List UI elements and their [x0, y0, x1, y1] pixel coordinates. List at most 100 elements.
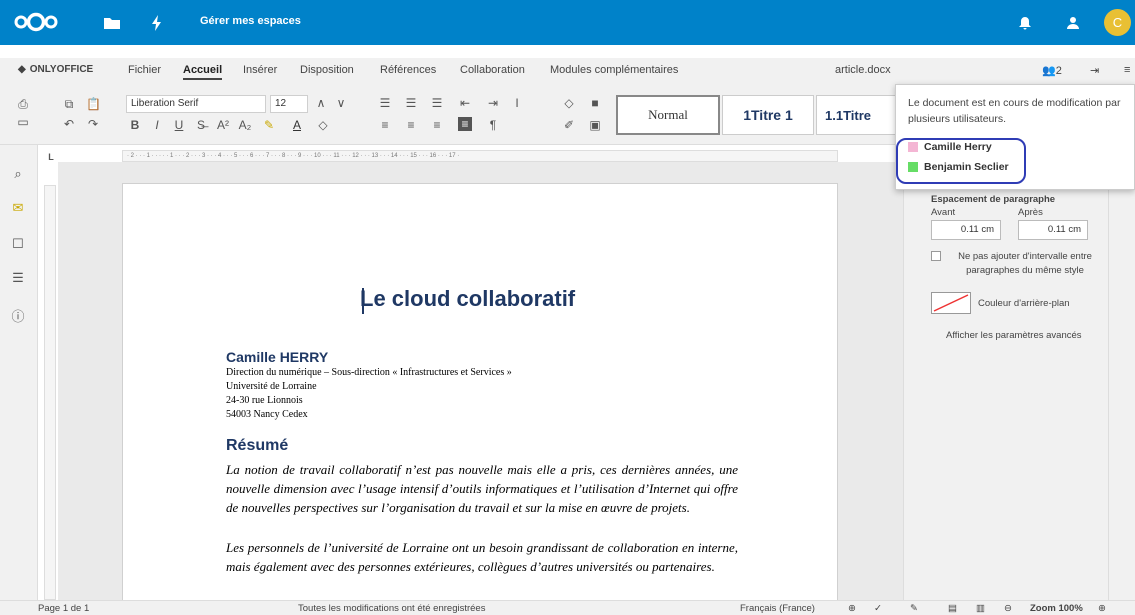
color-scheme-icon[interactable]: ■	[588, 96, 602, 110]
address-line[interactable]: 24-30 rue Lionnois	[226, 395, 303, 406]
tab-fichier[interactable]: Fichier	[128, 64, 161, 76]
print-icon[interactable]: ⎙	[16, 97, 30, 111]
fit-width-icon[interactable]: ▥	[976, 603, 985, 614]
tab-disposition[interactable]: Disposition	[300, 64, 354, 76]
vertical-scrollbar[interactable]	[903, 162, 916, 600]
address-line[interactable]: 54003 Nancy Cedex	[226, 409, 308, 420]
multilevel-icon[interactable]: ☰	[430, 96, 444, 110]
users-icon: 👥	[1042, 65, 1056, 77]
style-titre1[interactable]: 1Titre 1	[722, 95, 814, 135]
font-size-select[interactable]: 12	[270, 95, 308, 113]
copy-icon[interactable]: ⧉	[62, 97, 76, 111]
style-titre11[interactable]: 1.1Titre	[816, 95, 896, 135]
line-spacing-icon[interactable]: I	[510, 96, 524, 110]
tab-collaboration[interactable]: Collaboration	[460, 64, 525, 76]
tab-stop-type-icon[interactable]: L	[44, 150, 58, 164]
style-normal-label: Normal	[648, 107, 688, 122]
background-color-label: Couleur d'arrière-plan	[978, 298, 1070, 309]
user-avatar[interactable]: C	[1104, 9, 1131, 36]
increase-font-icon[interactable]: ∧	[314, 96, 328, 110]
chat-icon[interactable]: ☐	[10, 236, 26, 252]
onlyoffice-brand: ◆ ONLYOFFICE	[18, 64, 93, 75]
spellcheck-icon[interactable]: ✓	[874, 603, 882, 614]
fit-page-icon[interactable]: ▤	[948, 603, 957, 614]
users-count-button[interactable]: 👥2	[1042, 64, 1062, 77]
decrease-font-icon[interactable]: ∨	[334, 96, 348, 110]
navigation-icon[interactable]: ☰	[10, 270, 26, 286]
zoom-in-icon[interactable]: ⊕	[1098, 603, 1106, 614]
tab-accueil[interactable]: Accueil	[183, 64, 223, 80]
align-right-icon[interactable]: ≡	[430, 118, 444, 132]
undo-icon[interactable]: ↶	[62, 117, 76, 131]
insert-image-icon[interactable]: ▣	[588, 118, 602, 132]
superscript-icon[interactable]: A²	[216, 118, 230, 132]
underline-icon[interactable]: U	[172, 118, 186, 132]
decrease-indent-icon[interactable]: ⇤	[458, 96, 472, 110]
increase-indent-icon[interactable]: ⇥	[486, 96, 500, 110]
language-select[interactable]: Français (France)	[740, 603, 815, 614]
save-icon[interactable]: ▭	[16, 115, 30, 129]
nextcloud-logo-icon[interactable]	[14, 12, 58, 32]
document-title[interactable]: Le cloud collaboratif	[360, 286, 575, 312]
document-author[interactable]: Camille HERRY	[226, 349, 328, 365]
redo-icon[interactable]: ↷	[86, 117, 100, 131]
highlight-annotation	[896, 138, 1026, 184]
track-changes-icon[interactable]: ✎	[910, 603, 918, 614]
style-normal[interactable]: Normal	[616, 95, 720, 135]
document-filename: article.docx	[835, 64, 891, 76]
notifications-bell-icon[interactable]	[1016, 14, 1034, 32]
brand-label: ONLYOFFICE	[29, 64, 94, 75]
page-indicator: Page 1 de 1	[38, 603, 90, 614]
bold-icon[interactable]: B	[128, 118, 142, 132]
onlyoffice-logo-icon: ◆	[18, 64, 26, 75]
strikethrough-icon[interactable]: S̶	[194, 118, 208, 132]
zoom-level: Zoom 100%	[1030, 603, 1083, 614]
paste-icon[interactable]: 📋	[86, 97, 101, 111]
tab-inserer[interactable]: Insérer	[243, 64, 277, 76]
right-sidebar	[1108, 145, 1135, 600]
spacing-before-input[interactable]: 0.11 cm	[931, 220, 1001, 240]
after-label: Après	[1018, 207, 1043, 218]
body-paragraph[interactable]: La notion de travail collaboratif n’est …	[226, 460, 738, 517]
section-heading[interactable]: Résumé	[226, 437, 288, 455]
address-line[interactable]: Université de Lorraine	[226, 381, 317, 392]
globe-icon[interactable]: ⊕	[848, 603, 856, 614]
align-left-icon[interactable]: ≡	[378, 118, 392, 132]
body-paragraph[interactable]: Les personnels de l’université de Lorrai…	[226, 538, 738, 576]
open-location-icon[interactable]: ⇥	[1090, 64, 1099, 77]
numbering-icon[interactable]: ☰	[404, 96, 418, 110]
font-color-icon[interactable]: A	[290, 118, 304, 132]
address-line[interactable]: Direction du numérique – Sous-direction …	[226, 367, 512, 378]
users-count: 2	[1055, 65, 1062, 77]
clear-style-icon[interactable]: ◇	[562, 96, 576, 110]
background-color-picker[interactable]	[931, 292, 971, 314]
activity-bolt-icon[interactable]	[148, 14, 166, 32]
comments-icon[interactable]: ✉	[10, 200, 26, 216]
tab-modules[interactable]: Modules complémentaires	[550, 64, 678, 76]
paragraph-marks-icon[interactable]: ¶	[486, 118, 500, 132]
spacing-after-input[interactable]: 0.11 cm	[1018, 220, 1088, 240]
about-info-icon[interactable]: ⓘ	[10, 306, 26, 324]
search-icon[interactable]: ⌕	[10, 166, 26, 182]
tab-references[interactable]: Références	[380, 64, 436, 76]
font-name-select[interactable]: Liberation Serif	[126, 95, 266, 113]
horizontal-ruler[interactable]: · 2 · · · 1 · · · · · 1 · · · 2 · · · 3 …	[122, 150, 838, 162]
contacts-icon[interactable]	[1064, 14, 1082, 32]
italic-icon[interactable]: I	[150, 118, 164, 132]
align-center-icon[interactable]: ≡	[404, 118, 418, 132]
workspace-link[interactable]: Gérer mes espaces	[200, 15, 301, 27]
co-editing-message: Le document est en cours de modification…	[908, 97, 1121, 125]
more-menu-icon[interactable]: ≡	[1124, 64, 1130, 76]
copy-style-icon[interactable]: ✐	[562, 118, 576, 132]
no-interval-checkbox[interactable]	[931, 251, 941, 261]
vertical-ruler[interactable]	[44, 185, 56, 600]
bullets-icon[interactable]: ☰	[378, 96, 392, 110]
shading-icon[interactable]: ◇	[316, 118, 330, 132]
save-status: Toutes les modifications ont été enregis…	[298, 603, 486, 614]
justify-icon[interactable]: ≡	[458, 117, 472, 131]
subscript-icon[interactable]: A₂	[238, 118, 252, 132]
zoom-out-icon[interactable]: ⊖	[1004, 603, 1012, 614]
highlight-icon[interactable]: ✎	[262, 118, 276, 132]
advanced-settings-link[interactable]: Afficher les paramètres avancés	[946, 330, 1082, 341]
files-folder-icon[interactable]	[103, 14, 121, 32]
